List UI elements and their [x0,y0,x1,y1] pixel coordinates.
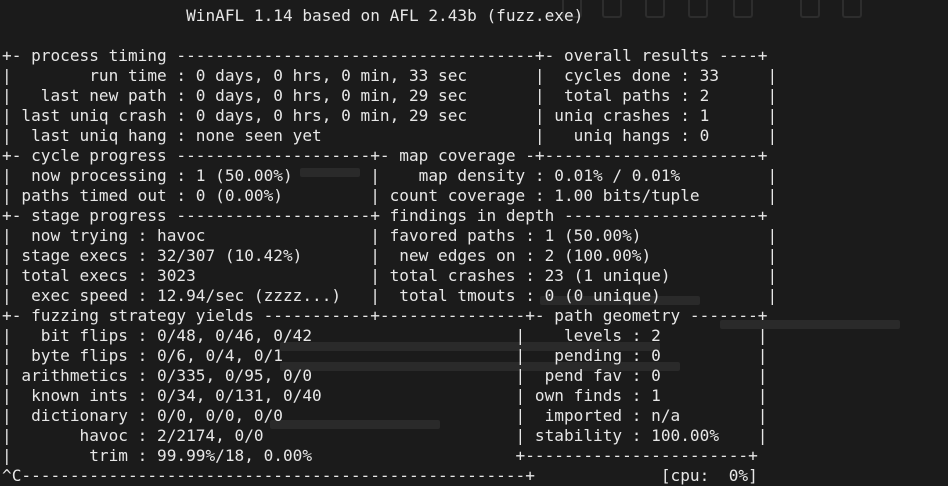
run-time-line: | run time : 0 days, 0 hrs, 0 min, 33 se… [2,66,778,85]
arithmetics-line: | arithmetics : 0/335, 0/95, 0/0 | pend … [2,366,768,385]
last-new-path-line: | last new path : 0 days, 0 hrs, 0 min, … [2,86,778,105]
now-processing-line: | now processing : 1 (50.00%) | map dens… [2,166,778,185]
total-execs-line: | total execs : 3023 | total crashes : 2… [2,266,778,285]
console-title-line: WinAFL 1.14 based on AFL 2.43b (fuzz.exe… [2,6,584,25]
dictionary-line: | dictionary : 0/0, 0/0, 0/0 | imported … [2,406,768,425]
cpu-footer-line: ^C--------------------------------------… [2,466,758,485]
bit-flips-line: | bit flips : 0/48, 0/46, 0/42 | levels … [2,326,768,345]
last-uniq-crash-line: | last uniq crash : 0 days, 0 hrs, 0 min… [2,106,778,125]
process-timing-header: +- process timing ----------------------… [2,46,768,65]
ghost-toolbar-icon [842,0,862,18]
now-trying-line: | now trying : havoc | favored paths : 1… [2,226,778,245]
known-ints-line: | known ints : 0/34, 0/131, 0/40 | own f… [2,386,768,405]
byte-flips-line: | byte flips : 0/6, 0/4, 0/1 | pending :… [2,346,768,365]
stage-progress-header: +- stage progress --------------------+ … [2,206,768,225]
stage-execs-line: | stage execs : 32/307 (10.42%) | new ed… [2,246,778,265]
ghost-toolbar-icon [800,0,820,18]
exec-speed-line: | exec speed : 12.94/sec (zzzz...) | tot… [2,286,778,305]
havoc-line: | havoc : 2/2174, 0/0 | stability : 100.… [2,426,768,445]
last-uniq-hang-line: | last uniq hang : none seen yet | uniq … [2,126,778,145]
winafl-status-console[interactable]: WinAFL 1.14 based on AFL 2.43b (fuzz.exe… [2,6,777,486]
paths-timed-out-line: | paths timed out : 0 (0.00%) | count co… [2,186,778,205]
trim-line: | trim : 99.99%/18, 0.00% +-------------… [2,446,758,465]
cycle-progress-header: +- cycle progress --------------------+-… [2,146,768,165]
fuzzing-strategy-header: +- fuzzing strategy yields -----------+-… [2,306,768,325]
